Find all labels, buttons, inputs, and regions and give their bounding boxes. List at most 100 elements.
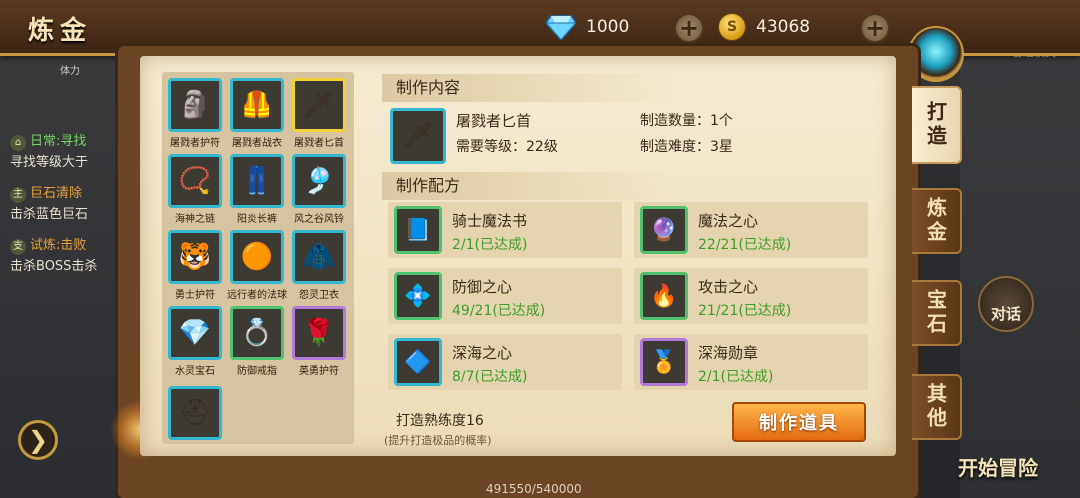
recipe-material[interactable]: 🔷 深海之心 8/7(已达成) (388, 334, 622, 390)
level-requirement: 需要等级：22级 (456, 139, 558, 155)
material-name: 防御之心 (452, 278, 513, 296)
item-icon: 🐯 (178, 242, 212, 272)
item-name: 屠戮者匕首 (456, 112, 532, 130)
tab-gems[interactable]: 宝石 (912, 280, 962, 346)
quest-item[interactable]: 主巨石清除 击杀蓝色巨石 (10, 182, 88, 222)
material-glyph: 📘 (404, 217, 432, 243)
item-label: 风之谷风铃 (294, 214, 344, 225)
item-icon: ⛑ (178, 398, 212, 428)
recipe-material[interactable]: 🔥 攻击之心 21/21(已达成) (634, 268, 868, 324)
material-count: 2/1(已达成) (698, 369, 774, 385)
diamond-icon (546, 14, 576, 40)
gold-coin-icon: S (718, 13, 746, 41)
material-count: 8/7(已达成) (452, 369, 528, 385)
item-slot[interactable]: 🎐 (292, 154, 346, 208)
tab-alchemy[interactable]: 炼金 (912, 188, 962, 254)
tab-forge[interactable]: 打造 (912, 86, 962, 164)
item-label: 阳炎长裤 (237, 214, 277, 225)
material-icon: 📘 (394, 206, 442, 254)
experience-counter: 491550/540000 (486, 482, 582, 496)
material-count: 49/21(已达成) (452, 303, 546, 319)
material-icon: 💠 (394, 272, 442, 320)
material-name: 魔法之心 (698, 212, 759, 230)
quest-desc: 击杀BOSS击杀 (10, 259, 98, 274)
gold-count: 43068 (756, 17, 811, 37)
recipe-heading: 制作配方 (382, 172, 682, 200)
item-icon: 🎐 (302, 166, 336, 196)
tab-other[interactable]: 其他 (912, 374, 962, 440)
item-slot[interactable]: 🌹 (292, 306, 346, 360)
content-heading: 制作内容 (382, 74, 682, 102)
quest-tag-icon: 主 (10, 187, 26, 203)
quest-tag-icon: 支 (10, 239, 26, 255)
right-scene: 主城 (960, 20, 1080, 498)
item-icon: 💎 (178, 318, 212, 348)
item-icon: 🗡 (302, 90, 336, 120)
item-icon: 🦺 (240, 90, 274, 120)
quest-title: 日常:寻找 (30, 134, 87, 149)
item-label: 海神之链 (175, 214, 215, 225)
quest-item[interactable]: 支试炼:击败 击杀BOSS击杀 (10, 234, 97, 274)
dagger-icon: 🗡 (401, 121, 435, 151)
recipe-material[interactable]: 💠 防御之心 49/21(已达成) (388, 268, 622, 324)
item-slot[interactable]: ⛑ (168, 386, 222, 440)
item-slot[interactable]: 🧥 (292, 230, 346, 284)
item-slot[interactable]: 💍 (230, 306, 284, 360)
item-slot[interactable]: 🗡 (292, 78, 346, 132)
make-item-button[interactable]: 制作道具 (732, 402, 866, 442)
item-icon: 👖 (240, 166, 274, 196)
item-label: 屠戮者匕首 (294, 138, 344, 149)
craft-count: 制造数量：1个 (640, 113, 733, 129)
quest-panel: 体力 ⌂ 日常:寻找 寻找等级大于 主巨石清除 击杀蓝色巨石 支试炼:击败 击杀B… (0, 56, 120, 498)
quest-title: 巨石清除 (30, 186, 83, 201)
material-icon: 🔮 (640, 206, 688, 254)
material-glyph: 🔷 (404, 349, 432, 375)
quest-item[interactable]: ⌂ 日常:寻找 寻找等级大于 (10, 130, 88, 170)
add-gold-button[interactable]: + (860, 13, 890, 43)
recipe-material[interactable]: 🔮 魔法之心 22/21(已达成) (634, 202, 868, 258)
quest-desc: 寻找等级大于 (10, 155, 89, 170)
item-slot[interactable]: 🦺 (230, 78, 284, 132)
material-glyph: 🏅 (650, 349, 678, 375)
start-adventure-button[interactable]: 开始冒险 (958, 452, 1038, 481)
recipe-material[interactable]: 🏅 深海勋章 2/1(已达成) (634, 334, 868, 390)
stamina-label: 体力 (60, 66, 80, 77)
item-slot[interactable]: 💎 (168, 306, 222, 360)
item-label: 水灵宝石 (175, 366, 215, 377)
material-icon: 🔷 (394, 338, 442, 386)
material-name: 攻击之心 (698, 278, 759, 296)
item-icon: 🌹 (302, 318, 336, 348)
proficiency-label: 打造熟练度16 (396, 413, 484, 429)
item-icon: 🗿 (178, 90, 212, 120)
item-label: 勇士护符 (175, 290, 215, 301)
craft-difficulty: 制造难度：3星 (640, 139, 733, 155)
material-icon: 🏅 (640, 338, 688, 386)
gold-counter: S 43068 (718, 12, 810, 42)
material-count: 22/21(已达成) (698, 237, 792, 253)
item-label: 屠戮者战衣 (232, 138, 282, 149)
material-glyph: 🔮 (650, 217, 678, 243)
expand-arrow-button[interactable]: ❯ (18, 420, 58, 460)
add-gems-button[interactable]: + (674, 13, 704, 43)
material-name: 骑士魔法书 (452, 212, 528, 230)
recipe-material[interactable]: 📘 骑士魔法书 2/1(已达成) (388, 202, 622, 258)
page-title: 炼金 (28, 16, 93, 46)
material-glyph: 🔥 (650, 283, 678, 309)
item-icon: 🟠 (240, 242, 274, 272)
item-slot[interactable]: 🐯 (168, 230, 222, 284)
talk-button[interactable]: 对话 (978, 276, 1034, 332)
item-icon: 🧥 (302, 242, 336, 272)
item-label: 怨灵卫衣 (299, 290, 339, 301)
item-slot[interactable]: 📿 (168, 154, 222, 208)
quest-title: 试炼:击败 (30, 238, 87, 253)
item-slot[interactable]: 👖 (230, 154, 284, 208)
proficiency-note: (提升打造极品的概率) (384, 434, 492, 447)
material-name: 深海勋章 (698, 344, 759, 362)
gem-count: 1000 (586, 17, 630, 37)
item-slot[interactable]: 🟠 (230, 230, 284, 284)
item-slot[interactable]: 🗿 (168, 78, 222, 132)
quest-tag-icon: ⌂ (10, 135, 26, 151)
material-count: 2/1(已达成) (452, 237, 528, 253)
item-label: 屠戮者护符 (170, 138, 220, 149)
item-icon: 📿 (178, 166, 212, 196)
